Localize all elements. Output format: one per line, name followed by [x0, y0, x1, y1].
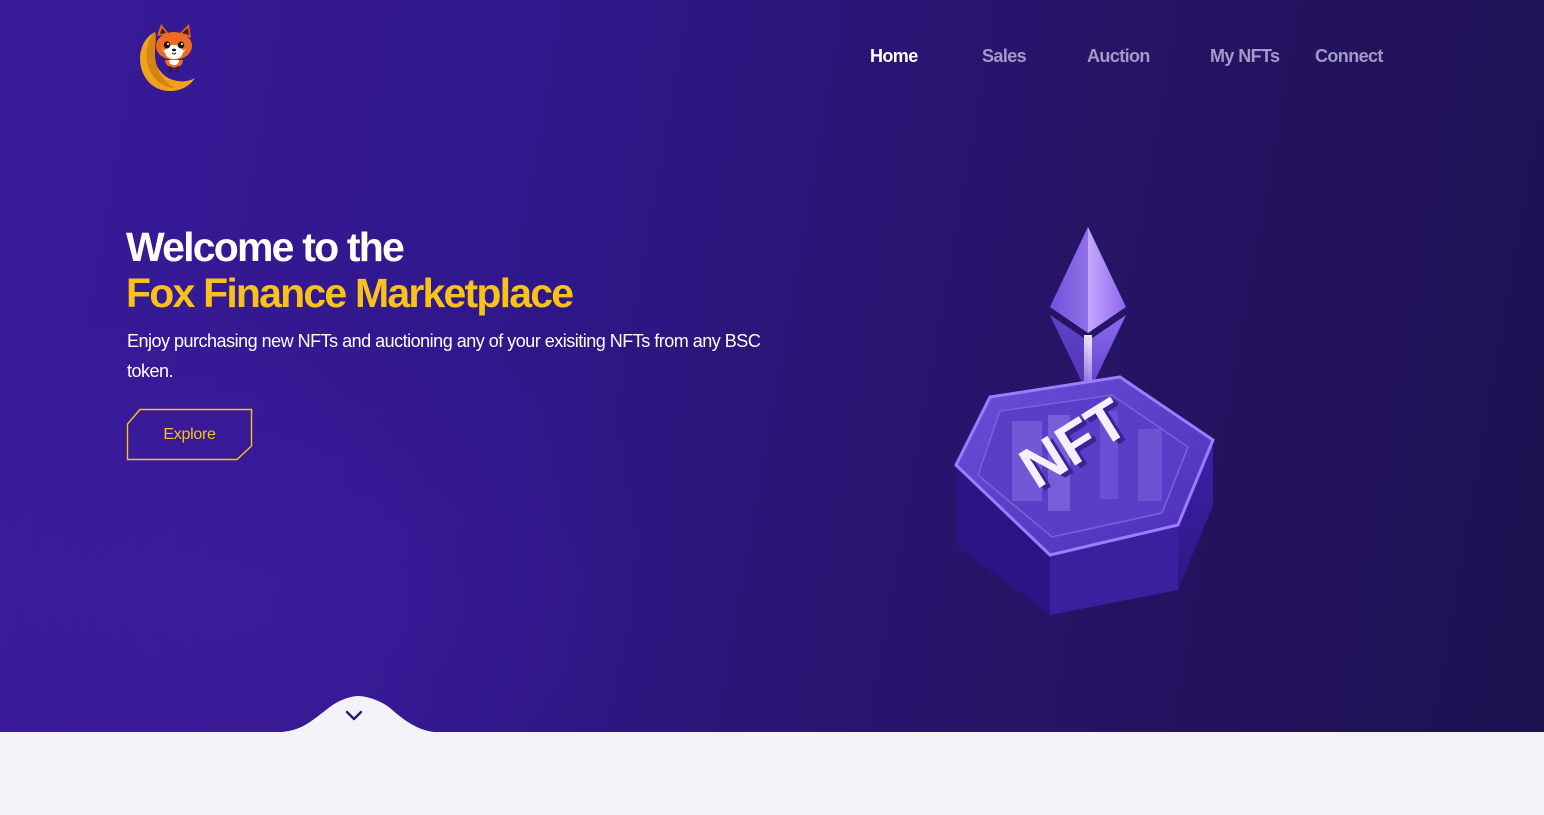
hero-title-line-1: Welcome to the	[126, 224, 405, 270]
hero-section: Home Sales Auction My NFTs Connect Welco…	[0, 0, 1544, 732]
nav-my-nfts[interactable]: My NFTs	[1210, 46, 1280, 67]
nav-home[interactable]: Home	[870, 46, 918, 67]
nav-connect[interactable]: Connect	[1315, 46, 1383, 67]
content-section-background	[0, 732, 1544, 815]
nft-ethereum-illustration: NFT NFT	[930, 215, 1240, 635]
explore-button-label: Explore	[163, 426, 216, 443]
nav-auction[interactable]: Auction	[1087, 46, 1150, 67]
scroll-down-button[interactable]	[282, 694, 434, 732]
hero-title-line-2: Fox Finance Marketplace	[126, 270, 574, 316]
hero-title: Welcome to the Fox Finance Marketplace	[126, 224, 574, 316]
explore-button[interactable]: Explore	[126, 408, 253, 461]
main-nav: Home Sales Auction My NFTs Connect	[0, 46, 1544, 72]
nav-sales[interactable]: Sales	[982, 46, 1027, 67]
hero-description: Enjoy purchasing new NFTs and auctioning…	[127, 331, 761, 381]
